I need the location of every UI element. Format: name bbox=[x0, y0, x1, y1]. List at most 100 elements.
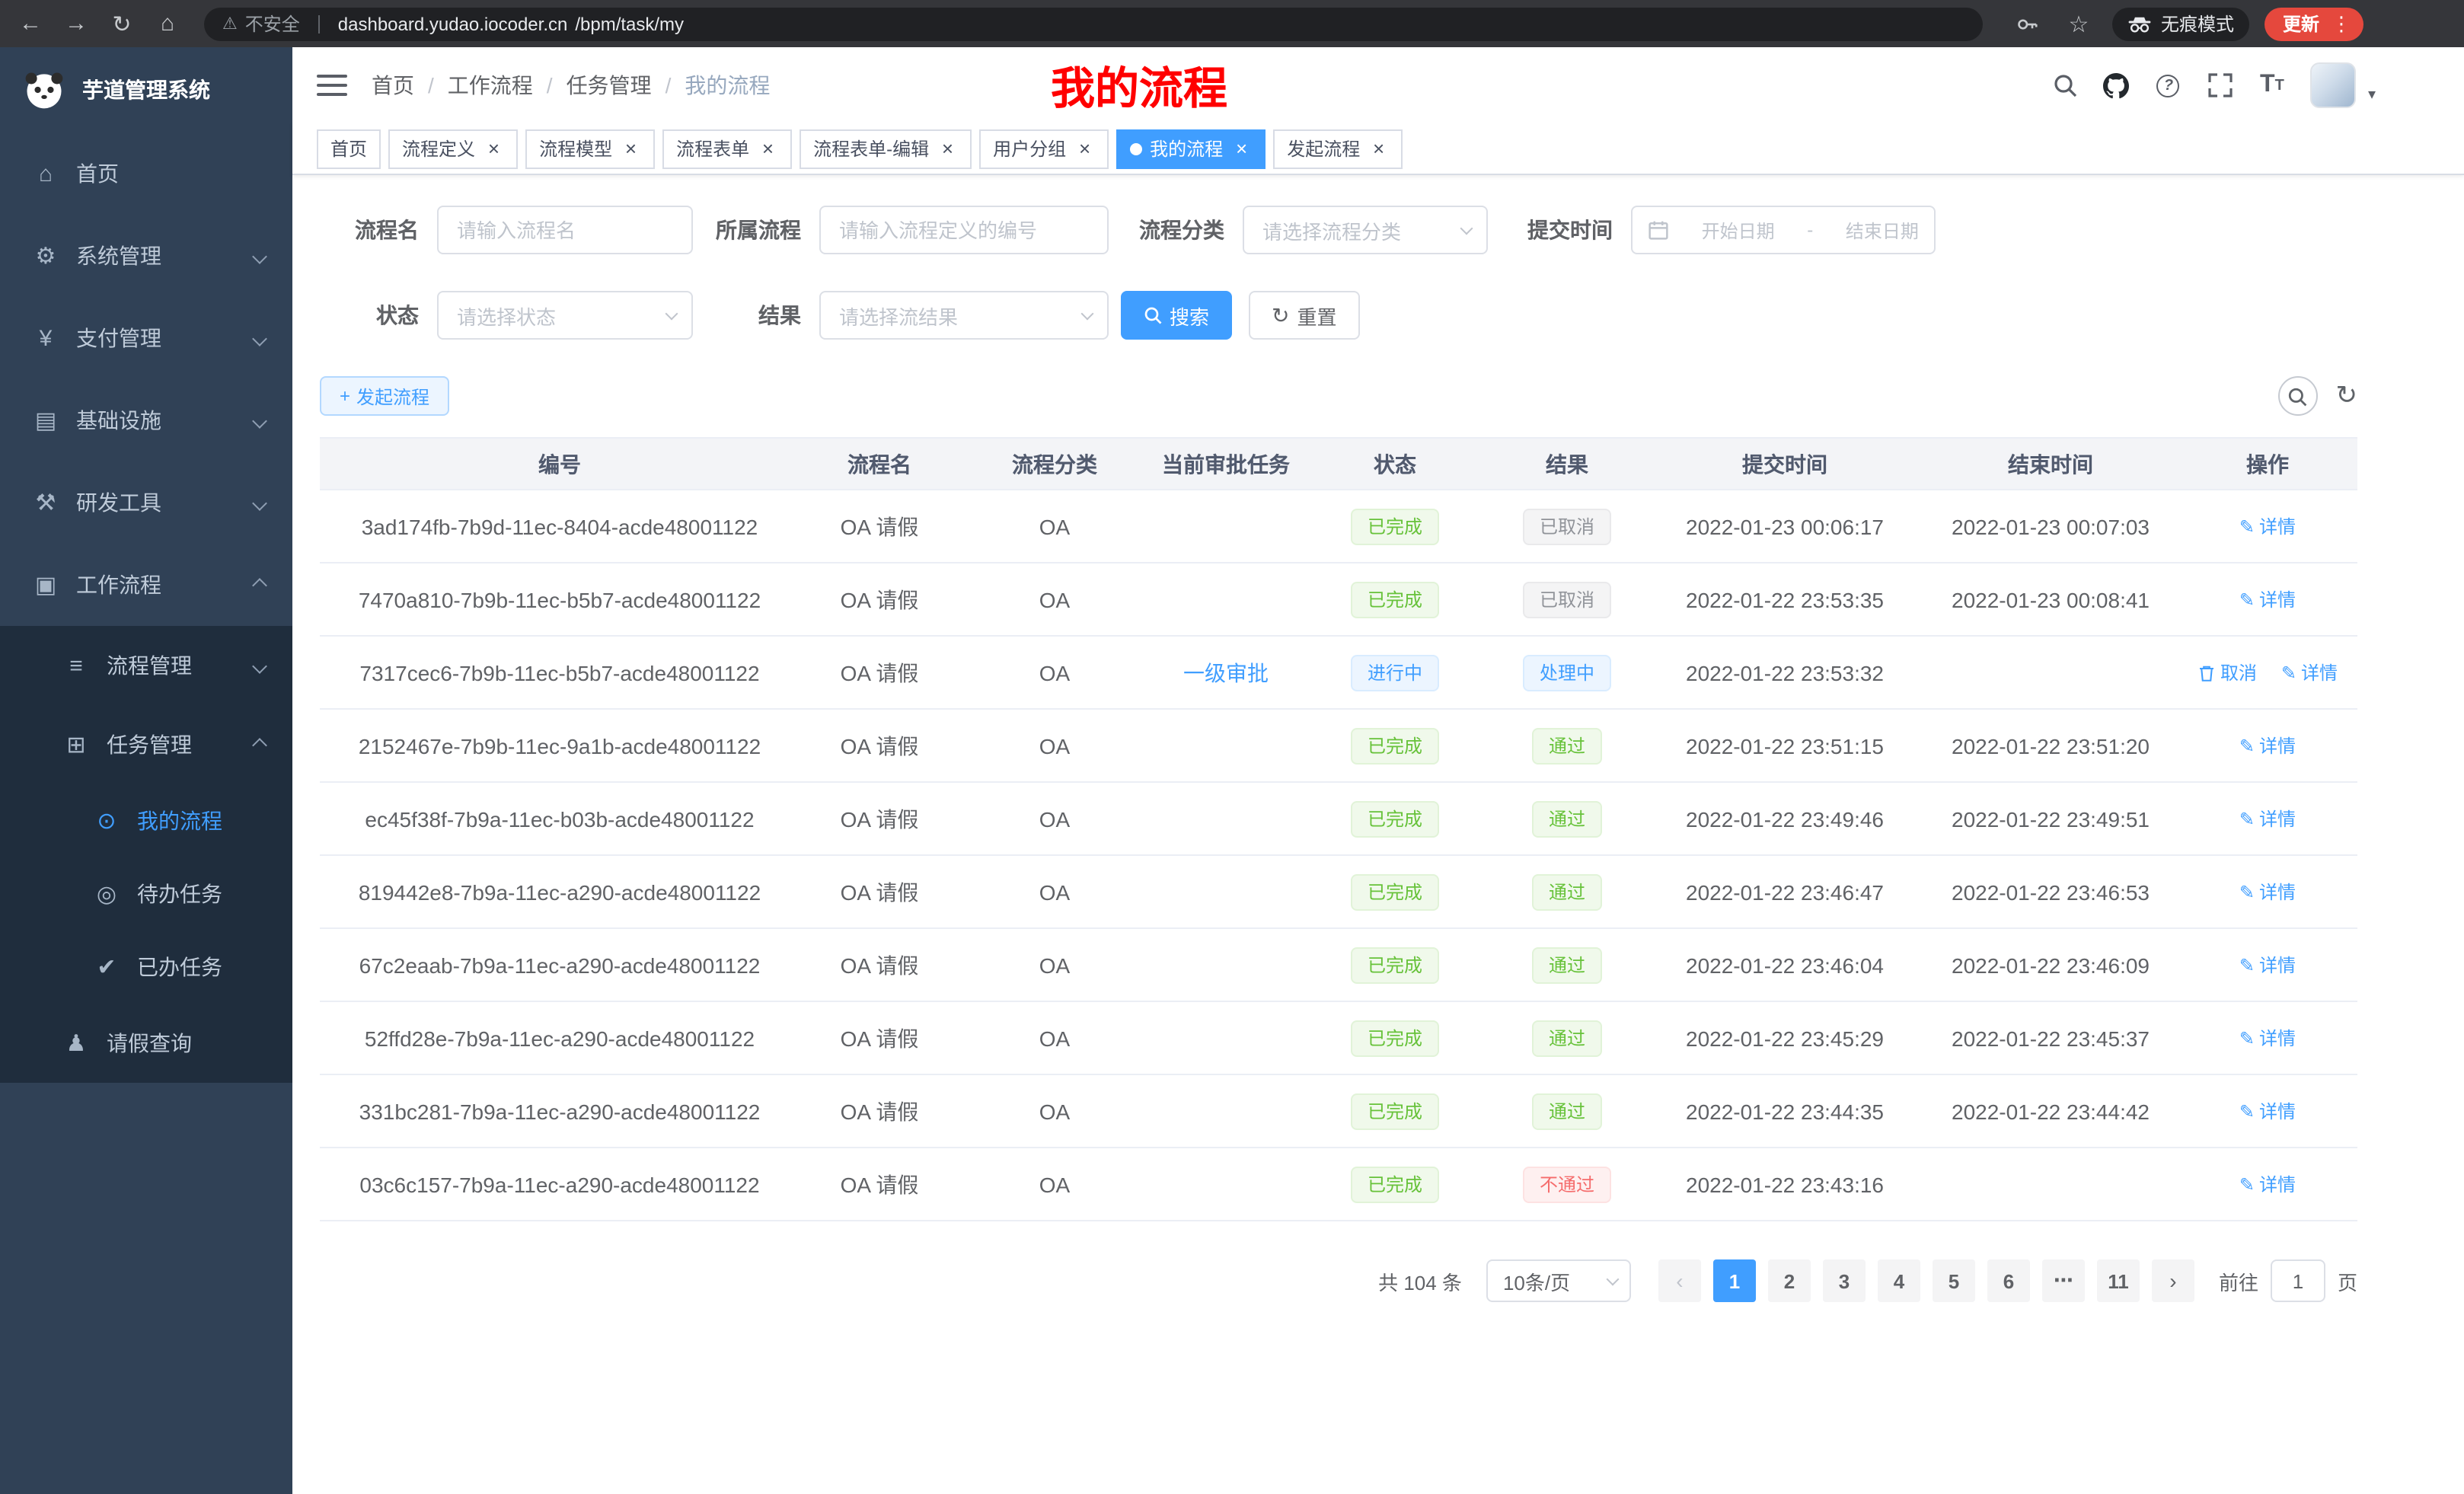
submit-time-range-picker[interactable]: 开始日期 - 结束日期 bbox=[1631, 206, 1936, 254]
sidebar-item-payment-management[interactable]: ¥ 支付管理 bbox=[0, 297, 292, 379]
process-name: OA 请假 bbox=[841, 879, 919, 904]
page-number-button[interactable]: 3 bbox=[1823, 1259, 1866, 1302]
github-icon[interactable] bbox=[2103, 72, 2130, 99]
detail-button[interactable]: ✎详情 bbox=[2239, 879, 2296, 905]
page-number-button[interactable]: 2 bbox=[1768, 1259, 1811, 1302]
tab[interactable]: 流程表单-编辑 × bbox=[800, 129, 972, 168]
font-size-icon[interactable]: TT bbox=[2258, 72, 2286, 99]
breadcrumb: 首页 / 工作流程 / 任务管理 / 我的流程 bbox=[372, 70, 770, 101]
sidebar-item-dashboard[interactable]: ⌂ 首页 bbox=[0, 132, 292, 215]
detail-button[interactable]: ✎详情 bbox=[2239, 1026, 2296, 1052]
status-select[interactable]: 请选择状态 bbox=[437, 291, 693, 340]
tab-close-icon[interactable]: × bbox=[620, 138, 641, 159]
tab[interactable]: 流程模型 × bbox=[525, 129, 655, 168]
page-number-button[interactable]: ⋯ bbox=[2042, 1259, 2085, 1302]
sidebar-item-infrastructure[interactable]: ▤ 基础设施 bbox=[0, 379, 292, 461]
browser-update-button[interactable]: 更新 ⋮ bbox=[2265, 7, 2363, 40]
address-bar[interactable]: ⚠ 不安全 dashboard.yudao.iocoder.cn /bpm/ta… bbox=[204, 7, 1983, 40]
detail-button[interactable]: ✎详情 bbox=[2239, 1099, 2296, 1125]
logo-avatar bbox=[21, 67, 67, 113]
cell-result: 已取消 bbox=[1488, 563, 1646, 636]
submit-time: 2022-01-22 23:49:46 bbox=[1686, 806, 1884, 831]
sidebar-item-todo-tasks[interactable]: ◎ 待办任务 bbox=[0, 857, 292, 931]
help-icon[interactable]: ? bbox=[2155, 72, 2182, 99]
prev-page-button[interactable]: ‹ bbox=[1658, 1259, 1701, 1302]
process-name-input[interactable] bbox=[437, 206, 693, 254]
reset-button[interactable]: ↻ 重置 bbox=[1249, 291, 1360, 340]
detail-button[interactable]: ✎详情 bbox=[2239, 1172, 2296, 1198]
search-button[interactable]: 搜索 bbox=[1121, 291, 1232, 340]
fullscreen-icon[interactable] bbox=[2207, 72, 2234, 99]
tab[interactable]: 流程定义 × bbox=[388, 129, 518, 168]
toggle-search-icon[interactable] bbox=[2278, 376, 2318, 416]
tab-close-icon[interactable]: × bbox=[1074, 138, 1095, 159]
page-number-button[interactable]: 6 bbox=[1987, 1259, 2030, 1302]
page-number-button[interactable]: 1 bbox=[1713, 1259, 1756, 1302]
browser-back-icon[interactable]: ← bbox=[12, 5, 49, 42]
process-id: 3ad174fb-7b9d-11ec-8404-acde48001122 bbox=[362, 514, 758, 538]
parent-process-input[interactable] bbox=[819, 206, 1109, 254]
tab-close-icon[interactable]: × bbox=[937, 138, 958, 159]
tab-close-icon[interactable]: × bbox=[483, 138, 504, 159]
goto-page-input[interactable] bbox=[2271, 1259, 2325, 1302]
tab[interactable]: 发起流程 × bbox=[1273, 129, 1403, 168]
done-tasks-icon: ✔ bbox=[91, 953, 122, 981]
tab[interactable]: 首页 × bbox=[317, 129, 381, 168]
tab-close-icon[interactable]: × bbox=[757, 138, 778, 159]
cell-status: 已完成 bbox=[1302, 1074, 1488, 1148]
sidebar-item-system-management[interactable]: ⚙ 系统管理 bbox=[0, 215, 292, 297]
create-process-button[interactable]: + 发起流程 bbox=[320, 376, 449, 416]
detail-button[interactable]: ✎详情 bbox=[2239, 514, 2296, 540]
sidebar-item-workflow[interactable]: ▣ 工作流程 bbox=[0, 544, 292, 626]
sidebar-item-process-management[interactable]: ≡ 流程管理 bbox=[0, 626, 292, 705]
browser-reload-icon[interactable]: ↻ bbox=[104, 5, 140, 42]
page-size-select[interactable]: 10条/页 bbox=[1486, 1259, 1631, 1302]
end-date-placeholder[interactable]: 结束日期 bbox=[1846, 217, 1919, 243]
tab[interactable]: 流程表单 × bbox=[662, 129, 792, 168]
cell-category: OA bbox=[959, 782, 1150, 855]
sidebar-item-devtools[interactable]: ⚒ 研发工具 bbox=[0, 461, 292, 544]
page-number-button[interactable]: 11 bbox=[2097, 1259, 2140, 1302]
process-category: OA bbox=[1039, 1172, 1070, 1196]
sidebar-item-leave-query[interactable]: ♟ 请假查询 bbox=[0, 1004, 292, 1083]
refresh-table-icon[interactable]: ↻ bbox=[2336, 381, 2358, 411]
sidebar-item-my-process[interactable]: ⊙ 我的流程 bbox=[0, 784, 292, 857]
avatar-caret-icon[interactable]: ▾ bbox=[2368, 87, 2376, 108]
browser-forward-icon[interactable]: → bbox=[58, 5, 94, 42]
process-management-icon: ≡ bbox=[61, 653, 91, 678]
detail-button[interactable]: ✎详情 bbox=[2239, 587, 2296, 613]
next-page-button[interactable]: › bbox=[2152, 1259, 2194, 1302]
process-category: OA bbox=[1039, 733, 1070, 758]
app-logo[interactable]: 芋道管理系统 bbox=[0, 47, 292, 132]
page-number-button[interactable]: 5 bbox=[1933, 1259, 1975, 1302]
detail-button[interactable]: ✎详情 bbox=[2281, 660, 2338, 686]
detail-button[interactable]: ✎详情 bbox=[2239, 733, 2296, 759]
cancel-button[interactable]: 取消 bbox=[2197, 660, 2257, 686]
date-range-separator: - bbox=[1807, 219, 1813, 241]
tab[interactable]: 我的流程 × bbox=[1116, 129, 1266, 168]
user-avatar[interactable] bbox=[2310, 62, 2356, 108]
search-icon[interactable] bbox=[2051, 72, 2079, 99]
breadcrumb-task-management[interactable]: 任务管理 bbox=[567, 70, 652, 101]
security-label[interactable]: 不安全 bbox=[245, 11, 300, 37]
page-number-button[interactable]: 4 bbox=[1878, 1259, 1920, 1302]
key-icon[interactable] bbox=[2009, 5, 2045, 42]
breadcrumb-workflow[interactable]: 工作流程 bbox=[448, 70, 533, 101]
result-select[interactable]: 请选择流结果 bbox=[819, 291, 1109, 340]
start-date-placeholder[interactable]: 开始日期 bbox=[1702, 217, 1775, 243]
sidebar-item-done-tasks[interactable]: ✔ 已办任务 bbox=[0, 931, 292, 1004]
detail-button[interactable]: ✎详情 bbox=[2239, 806, 2296, 832]
process-name: OA 请假 bbox=[841, 1026, 919, 1050]
tab-close-icon[interactable]: × bbox=[1368, 138, 1389, 159]
bookmark-star-icon[interactable]: ☆ bbox=[2060, 5, 2097, 42]
browser-home-icon[interactable]: ⌂ bbox=[149, 5, 186, 42]
sidebar-item-task-management[interactable]: ⊞ 任务管理 bbox=[0, 705, 292, 784]
tab-close-icon[interactable]: × bbox=[1230, 138, 1252, 159]
browser-menu-icon[interactable]: ⋮ bbox=[2332, 11, 2351, 36]
breadcrumb-home[interactable]: 首页 bbox=[372, 70, 414, 101]
detail-button[interactable]: ✎详情 bbox=[2239, 953, 2296, 978]
current-task-link[interactable]: 一级审批 bbox=[1183, 660, 1269, 685]
category-select[interactable]: 请选择流程分类 bbox=[1243, 206, 1488, 254]
tab[interactable]: 用户分组 × bbox=[979, 129, 1109, 168]
hamburger-menu-icon[interactable] bbox=[317, 75, 347, 96]
